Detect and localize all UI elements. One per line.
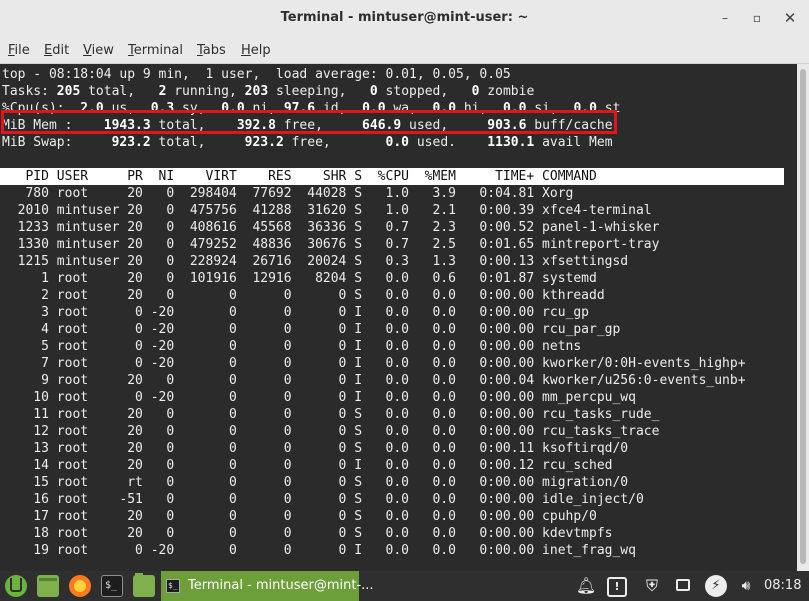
top-swap-line: MiB Swap: 923.2 total, 923.2 free, 0.0 u…: [2, 135, 613, 150]
tasks-zombie: 0: [471, 84, 480, 99]
process-row: 2010 mintuser 20 0 475756 41288 31620 S …: [2, 203, 652, 218]
process-row: 4 root 0 -20 0 0 0 I 0.0 0.0 0:00.00 rcu…: [2, 322, 621, 337]
process-row: 7 root 0 -20 0 0 0 I 0.0 0.0 0:00.00 kwo…: [2, 356, 746, 371]
process-row: 1 root 20 0 101916 12916 8204 S 0.0 0.6 …: [2, 271, 597, 286]
swap-total: 923.2: [111, 135, 151, 150]
menu-tabs[interactable]: Tabs: [197, 43, 226, 58]
power-icon[interactable]: ⚡︎: [705, 575, 727, 597]
window-title: Terminal - mintuser@mint-user: ~: [280, 10, 529, 25]
process-row: 15 root rt 0 0 0 0 S 0.0 0.0 0:00.00 mig…: [2, 475, 629, 490]
process-row: 10 root 0 -20 0 0 0 I 0.0 0.0 0:00.00 mm…: [2, 390, 636, 405]
mint-menu-icon[interactable]: [5, 575, 27, 597]
window-icon[interactable]: [673, 575, 695, 597]
top-tasks-line: Tasks: 205 total, 2 running, 203 sleepin…: [2, 84, 535, 99]
process-row: 3 root 0 -20 0 0 0 I 0.0 0.0 0:00.00 rcu…: [2, 305, 589, 320]
swap-free: 923.2: [244, 135, 284, 150]
terminal-view[interactable]: top - 08:18:04 up 9 min, 1 user, load av…: [0, 64, 797, 571]
menu-edit[interactable]: Edit: [44, 43, 69, 58]
swap-used: 0.0: [385, 135, 410, 150]
close-button[interactable]: ✕: [781, 9, 799, 27]
tasks-running: 2: [158, 84, 167, 99]
clock[interactable]: 08:18: [764, 578, 801, 593]
process-row: 1215 mintuser 20 0 228924 26716 20024 S …: [2, 254, 629, 269]
menu-bar: File Edit View Terminal Tabs Help: [0, 38, 809, 64]
top-uptime-line: top - 08:18:04 up 9 min, 1 user, load av…: [2, 67, 511, 82]
mem-highlight-box: [1, 110, 617, 134]
process-row: 18 root 20 0 0 0 0 S 0.0 0.0 0:00.00 kde…: [2, 526, 613, 541]
volume-icon[interactable]: 🔊︎: [735, 575, 757, 597]
terminal-icon[interactable]: $_: [101, 575, 123, 597]
tasks-sleeping: 203: [244, 84, 269, 99]
maximize-button[interactable]: ▫: [748, 9, 766, 27]
swap-avail: 1130.1: [487, 135, 535, 150]
process-row: 2 root 20 0 0 0 0 S 0.0 0.0 0:00.00 kthr…: [2, 288, 605, 303]
minimize-button[interactable]: –: [716, 9, 734, 27]
scrollbar[interactable]: [797, 64, 809, 571]
process-row: 19 root 0 -20 0 0 0 I 0.0 0.0 0:00.00 in…: [2, 543, 636, 558]
files-icon[interactable]: [133, 573, 155, 597]
process-row: 17 root 20 0 0 0 0 S 0.0 0.0 0:00.00 cpu…: [2, 509, 597, 524]
process-row: 1330 mintuser 20 0 479252 48836 30676 S …: [2, 237, 660, 252]
menu-help[interactable]: Help: [241, 43, 271, 58]
process-row: 1233 mintuser 20 0 408616 45568 36336 S …: [2, 220, 660, 235]
menu-file[interactable]: File: [8, 43, 30, 58]
shield-icon[interactable]: ⛨: [641, 575, 663, 597]
process-row: 9 root 20 0 0 0 0 I 0.0 0.0 0:00.04 kwor…: [2, 373, 746, 388]
firefox-icon[interactable]: [69, 575, 91, 597]
taskbar-terminal-task[interactable]: $_ Terminal - mintuser@mint-...: [161, 571, 374, 601]
tasks-stopped: 0: [369, 84, 378, 99]
process-row: 13 root 20 0 0 0 0 S 0.0 0.0 0:00.11 kso…: [2, 441, 629, 456]
menu-view[interactable]: View: [83, 43, 114, 58]
scrollbar-thumb[interactable]: [800, 69, 806, 564]
title-bar: Terminal - mintuser@mint-user: ~ – ▫ ✕: [0, 0, 809, 38]
process-table-header: PID USER PR NI VIRT RES SHR S %CPU %MEM …: [0, 168, 784, 185]
notification-icon[interactable]: 🔔︎: [575, 575, 597, 597]
update-manager-icon[interactable]: !: [607, 577, 627, 597]
process-row: 14 root 20 0 0 0 0 I 0.0 0.0 0:00.12 rcu…: [2, 458, 613, 473]
menu-terminal[interactable]: Terminal: [128, 43, 183, 58]
show-desktop-icon[interactable]: [37, 575, 59, 597]
process-row: 12 root 20 0 0 0 0 S 0.0 0.0 0:00.00 rcu…: [2, 424, 660, 439]
process-row: 11 root 20 0 0 0 0 S 0.0 0.0 0:00.00 rcu…: [2, 407, 660, 422]
process-row: 5 root 0 -20 0 0 0 I 0.0 0.0 0:00.00 net…: [2, 339, 582, 354]
terminal-task-icon: $_: [166, 579, 180, 593]
taskbar: $_ $_ Terminal - mintuser@mint-... 🔔︎ ! …: [0, 571, 809, 601]
process-row: 780 root 20 0 298404 77692 44028 S 1.0 3…: [2, 186, 574, 201]
process-row: 16 root -51 0 0 0 0 S 0.0 0.0 0:00.00 id…: [2, 492, 644, 507]
taskbar-task-label: Terminal - mintuser@mint-...: [188, 578, 374, 593]
tasks-total: 205: [56, 84, 81, 99]
